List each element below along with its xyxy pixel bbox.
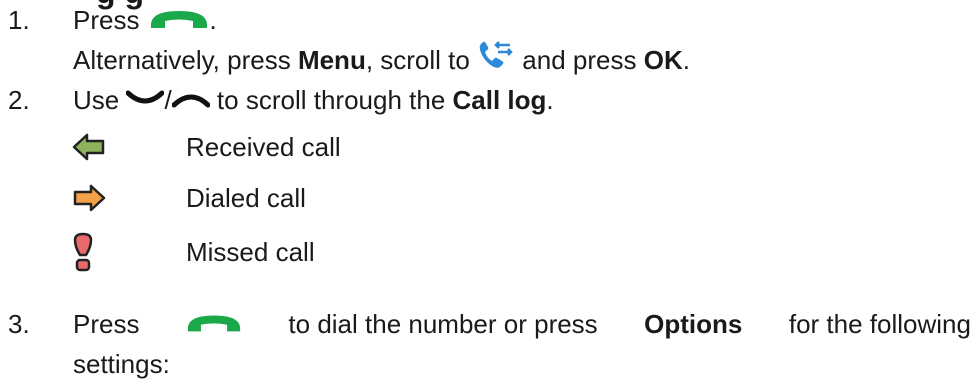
scroll-down-icon: [125, 80, 165, 120]
missed-call-exclamation-icon: [72, 229, 114, 275]
dialed-call-arrow-icon: [72, 178, 114, 218]
legend-received-call: Received call: [72, 127, 341, 167]
dialed-call-label: Dialed call: [186, 183, 306, 213]
step-1-line-2: Alternatively, press Menu , scroll to an…: [73, 40, 690, 80]
step-1: 1. Press . Alternatively, press Menu , s…: [0, 0, 973, 80]
legend-dialed-call: Dialed call: [72, 178, 306, 218]
menu-keyword: Menu: [297, 45, 366, 75]
legend-missed-call: Missed call: [72, 229, 315, 275]
step-3-line-2: settings:: [73, 349, 170, 379]
call-log-keyword: Call log: [452, 85, 547, 115]
step-3-number: 3.: [8, 309, 30, 339]
step-3-line-1: Press to dial the number or press Option…: [73, 304, 971, 344]
step-1-number: 1.: [8, 5, 30, 35]
step-2-number: 2.: [8, 85, 30, 115]
scroll-up-icon: [171, 80, 211, 120]
received-call-arrow-icon: [72, 127, 114, 167]
step-3: 3. Press to dial the number or press Opt…: [0, 304, 973, 384]
ok-keyword: OK: [643, 45, 683, 75]
step-2: 2. Use / to scroll through the Call log …: [0, 80, 973, 120]
step-1-line-1: Press .: [73, 0, 217, 40]
step-2-line-1: Use / to scroll through the Call log .: [73, 80, 554, 120]
call-log-phone-icon: [477, 39, 515, 82]
options-keyword: Options: [644, 309, 743, 339]
received-call-label: Received call: [186, 132, 341, 162]
call-key-icon: [149, 0, 209, 40]
call-key-icon: [186, 304, 242, 344]
missed-call-label: Missed call: [186, 237, 315, 267]
